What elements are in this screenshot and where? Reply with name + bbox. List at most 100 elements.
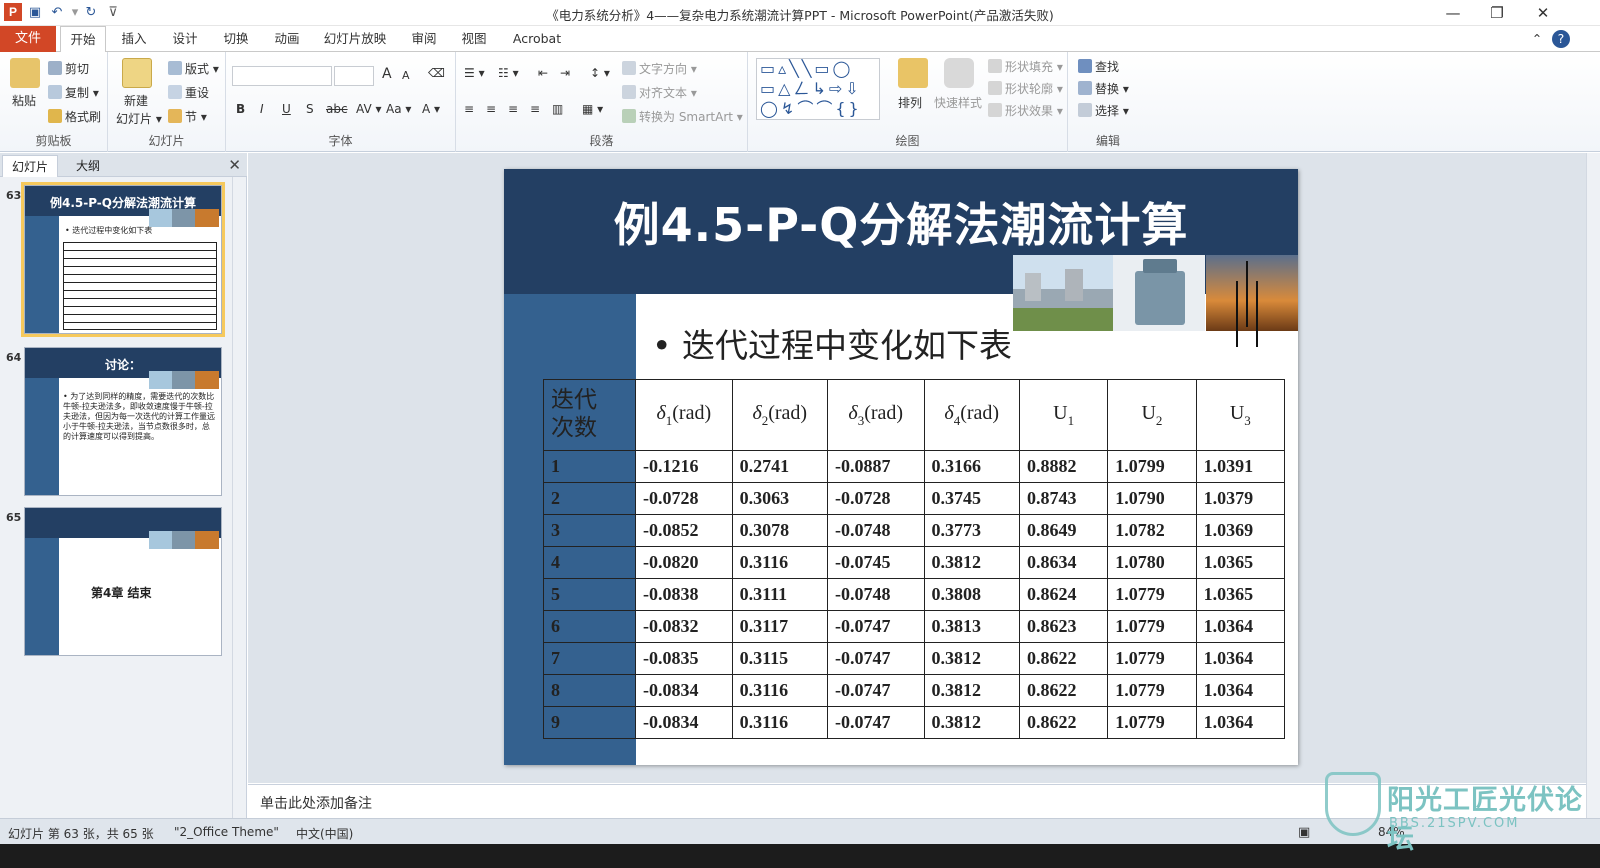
grow-font-button[interactable]: A bbox=[382, 66, 392, 82]
maximize-button[interactable]: ❐ bbox=[1476, 2, 1518, 24]
increase-indent-icon[interactable]: ⇥ bbox=[560, 66, 570, 80]
tab-acrobat[interactable]: Acrobat bbox=[506, 26, 568, 52]
font-name-dropdown[interactable] bbox=[232, 66, 332, 86]
justify-icon[interactable]: ≡ bbox=[530, 102, 540, 116]
title-bar: P ▣ ↶ ▾ ↻ ⊽ 《电力系统分析》4——复杂电力系统潮流计算PPT - M… bbox=[0, 0, 1600, 26]
tab-review[interactable]: 审阅 bbox=[402, 26, 446, 52]
slide-canvas[interactable]: 例4.5-P-Q分解法潮流计算 • 迭代过程中变化如下表 迭代 次数 δ1(rad… bbox=[504, 169, 1298, 765]
align-left-icon[interactable]: ≡ bbox=[464, 102, 474, 116]
vertical-scrollbar[interactable] bbox=[1586, 153, 1600, 818]
power-plant-image[interactable] bbox=[1013, 255, 1113, 331]
tab-file[interactable]: 文件 bbox=[0, 26, 56, 52]
tab-home[interactable]: 开始 bbox=[60, 26, 106, 53]
cut-button[interactable]: 剪切 bbox=[48, 60, 89, 77]
shrink-font-button[interactable]: A bbox=[402, 69, 410, 82]
tab-transitions[interactable]: 切换 bbox=[214, 26, 258, 52]
iteration-table[interactable]: 迭代 次数 δ1(rad) δ2(rad) δ3(rad) δ4(rad) U1 … bbox=[543, 379, 1286, 739]
help-icon[interactable]: ? bbox=[1552, 30, 1570, 48]
font-color-button[interactable]: A ▾ bbox=[422, 102, 440, 116]
value-cell: 1.0364 bbox=[1195, 706, 1286, 739]
slide-thumbnail-64[interactable]: 讨论： • 为了达到同样的精度，需要迭代的次数比牛顿-拉夫逊法多，即收敛速度慢于… bbox=[24, 347, 222, 496]
strikethrough-button[interactable]: abc bbox=[326, 102, 348, 116]
arrange-icon[interactable] bbox=[898, 58, 928, 88]
iteration-number-cell: 7 bbox=[543, 642, 636, 675]
line-spacing-icon[interactable]: ↕ ▾ bbox=[590, 66, 610, 80]
tab-insert[interactable]: 插入 bbox=[112, 26, 156, 52]
thumb-number: 64 bbox=[6, 351, 22, 364]
smartart-button[interactable]: 转换为 SmartArt ▾ bbox=[622, 108, 743, 125]
transmission-tower-image[interactable] bbox=[1206, 255, 1298, 331]
section-button[interactable]: 节 ▾ bbox=[168, 108, 207, 125]
paste-button[interactable]: 粘贴 bbox=[12, 92, 36, 109]
minimize-button[interactable]: — bbox=[1432, 2, 1474, 24]
tab-view[interactable]: 视图 bbox=[452, 26, 496, 52]
ribbon-collapse-icon[interactable]: ⌃ bbox=[1530, 26, 1544, 52]
paragraph-group-label: 段落 bbox=[589, 134, 614, 148]
bold-button[interactable]: B bbox=[236, 102, 245, 116]
paste-icon[interactable] bbox=[10, 58, 40, 88]
new-slide-label[interactable]: 新建 bbox=[124, 92, 148, 109]
new-slide-dropdown[interactable]: 幻灯片 ▾ bbox=[116, 110, 162, 127]
language-indicator[interactable]: 中文(中国) bbox=[296, 825, 353, 842]
effects-icon bbox=[988, 103, 1002, 117]
shadow-button[interactable]: S bbox=[306, 102, 314, 116]
italic-button[interactable]: I bbox=[260, 102, 264, 116]
slide-thumbnail-65[interactable]: 第4章 结束 bbox=[24, 507, 222, 656]
clear-format-icon[interactable]: ⌫ bbox=[428, 66, 445, 80]
slide-bullet-text[interactable]: • 迭代过程中变化如下表 bbox=[652, 319, 1012, 367]
distribute-icon[interactable]: ▥ bbox=[552, 102, 563, 116]
bullets-icon[interactable]: ☰ ▾ bbox=[464, 66, 485, 80]
tab-slides-panel[interactable]: 幻灯片 bbox=[2, 155, 58, 177]
new-slide-icon[interactable] bbox=[122, 58, 152, 88]
arrange-button[interactable]: 排列 bbox=[898, 94, 922, 111]
close-icon[interactable]: ✕ bbox=[228, 156, 241, 174]
align-right-icon[interactable]: ≡ bbox=[508, 102, 518, 116]
smartart-label: 转换为 SmartArt ▾ bbox=[639, 110, 743, 124]
align-center-icon[interactable]: ≡ bbox=[486, 102, 496, 116]
tab-outline-panel[interactable]: 大纲 bbox=[60, 155, 116, 177]
value-cell: 1.0365 bbox=[1195, 578, 1286, 611]
value-cell: 1.0779 bbox=[1107, 642, 1197, 675]
shape-outline-button[interactable]: 形状轮廓 ▾ bbox=[988, 80, 1063, 97]
find-button[interactable]: 查找 bbox=[1078, 58, 1119, 75]
header-subscript: 1 bbox=[1067, 412, 1075, 428]
notes-placeholder[interactable]: 单击此处添加备注 bbox=[260, 793, 372, 813]
layout-button[interactable]: 版式 ▾ bbox=[168, 60, 219, 77]
tab-animations[interactable]: 动画 bbox=[265, 26, 309, 52]
underline-button[interactable]: U bbox=[282, 102, 291, 116]
header-iteration-count: 迭代 次数 bbox=[543, 379, 636, 451]
value-cell: 1.0364 bbox=[1195, 642, 1286, 675]
tab-design[interactable]: 设计 bbox=[163, 26, 207, 52]
taskbar-strip bbox=[0, 844, 1600, 868]
shape-fill-button[interactable]: 形状填充 ▾ bbox=[988, 58, 1063, 75]
theme-name[interactable]: "2_Office Theme" bbox=[174, 825, 279, 839]
panel-scrollbar[interactable] bbox=[232, 177, 246, 818]
shapes-gallery[interactable]: ▭▵╲╲▭◯ ▭△ㄥ↳⇨⇩ ◯↯⌒⌒{} bbox=[756, 58, 880, 120]
align-text-button[interactable]: 对齐文本 ▾ bbox=[622, 84, 697, 101]
slide-title[interactable]: 例4.5-P-Q分解法潮流计算 bbox=[604, 189, 1198, 255]
char-spacing-button[interactable]: AV ▾ bbox=[356, 102, 382, 116]
copy-button[interactable]: 复制 ▾ bbox=[48, 84, 99, 101]
slide-thumbnail-63[interactable]: 例4.5-P-Q分解法潮流计算 • 迭代过程中变化如下表 bbox=[21, 182, 225, 337]
iteration-number-cell: 3 bbox=[543, 514, 636, 547]
thumb-side-band bbox=[25, 538, 59, 655]
change-case-button[interactable]: Aa ▾ bbox=[386, 102, 411, 116]
quick-styles-button[interactable]: 快速样式 bbox=[934, 94, 982, 111]
value-cell: 1.0779 bbox=[1107, 706, 1197, 739]
close-button[interactable]: ✕ bbox=[1522, 2, 1564, 24]
reset-button[interactable]: 重设 bbox=[168, 84, 209, 101]
font-size-dropdown[interactable] bbox=[334, 66, 374, 86]
tab-slideshow[interactable]: 幻灯片放映 bbox=[318, 26, 392, 52]
columns-icon[interactable]: ▦ ▾ bbox=[582, 102, 603, 116]
shape-effects-button[interactable]: 形状效果 ▾ bbox=[988, 102, 1063, 119]
text-direction-button[interactable]: 文字方向 ▾ bbox=[622, 60, 697, 77]
transformer-image[interactable] bbox=[1113, 255, 1205, 331]
replace-button[interactable]: 替换 ▾ bbox=[1078, 80, 1129, 97]
normal-view-icon[interactable]: ▣ bbox=[1298, 825, 1310, 840]
format-painter-button[interactable]: 格式刷 bbox=[48, 108, 101, 125]
quick-styles-icon[interactable] bbox=[944, 58, 974, 88]
header-unit: (rad) bbox=[864, 401, 904, 424]
numbering-icon[interactable]: ☷ ▾ bbox=[498, 66, 519, 80]
select-button[interactable]: 选择 ▾ bbox=[1078, 102, 1129, 119]
decrease-indent-icon[interactable]: ⇤ bbox=[538, 66, 548, 80]
